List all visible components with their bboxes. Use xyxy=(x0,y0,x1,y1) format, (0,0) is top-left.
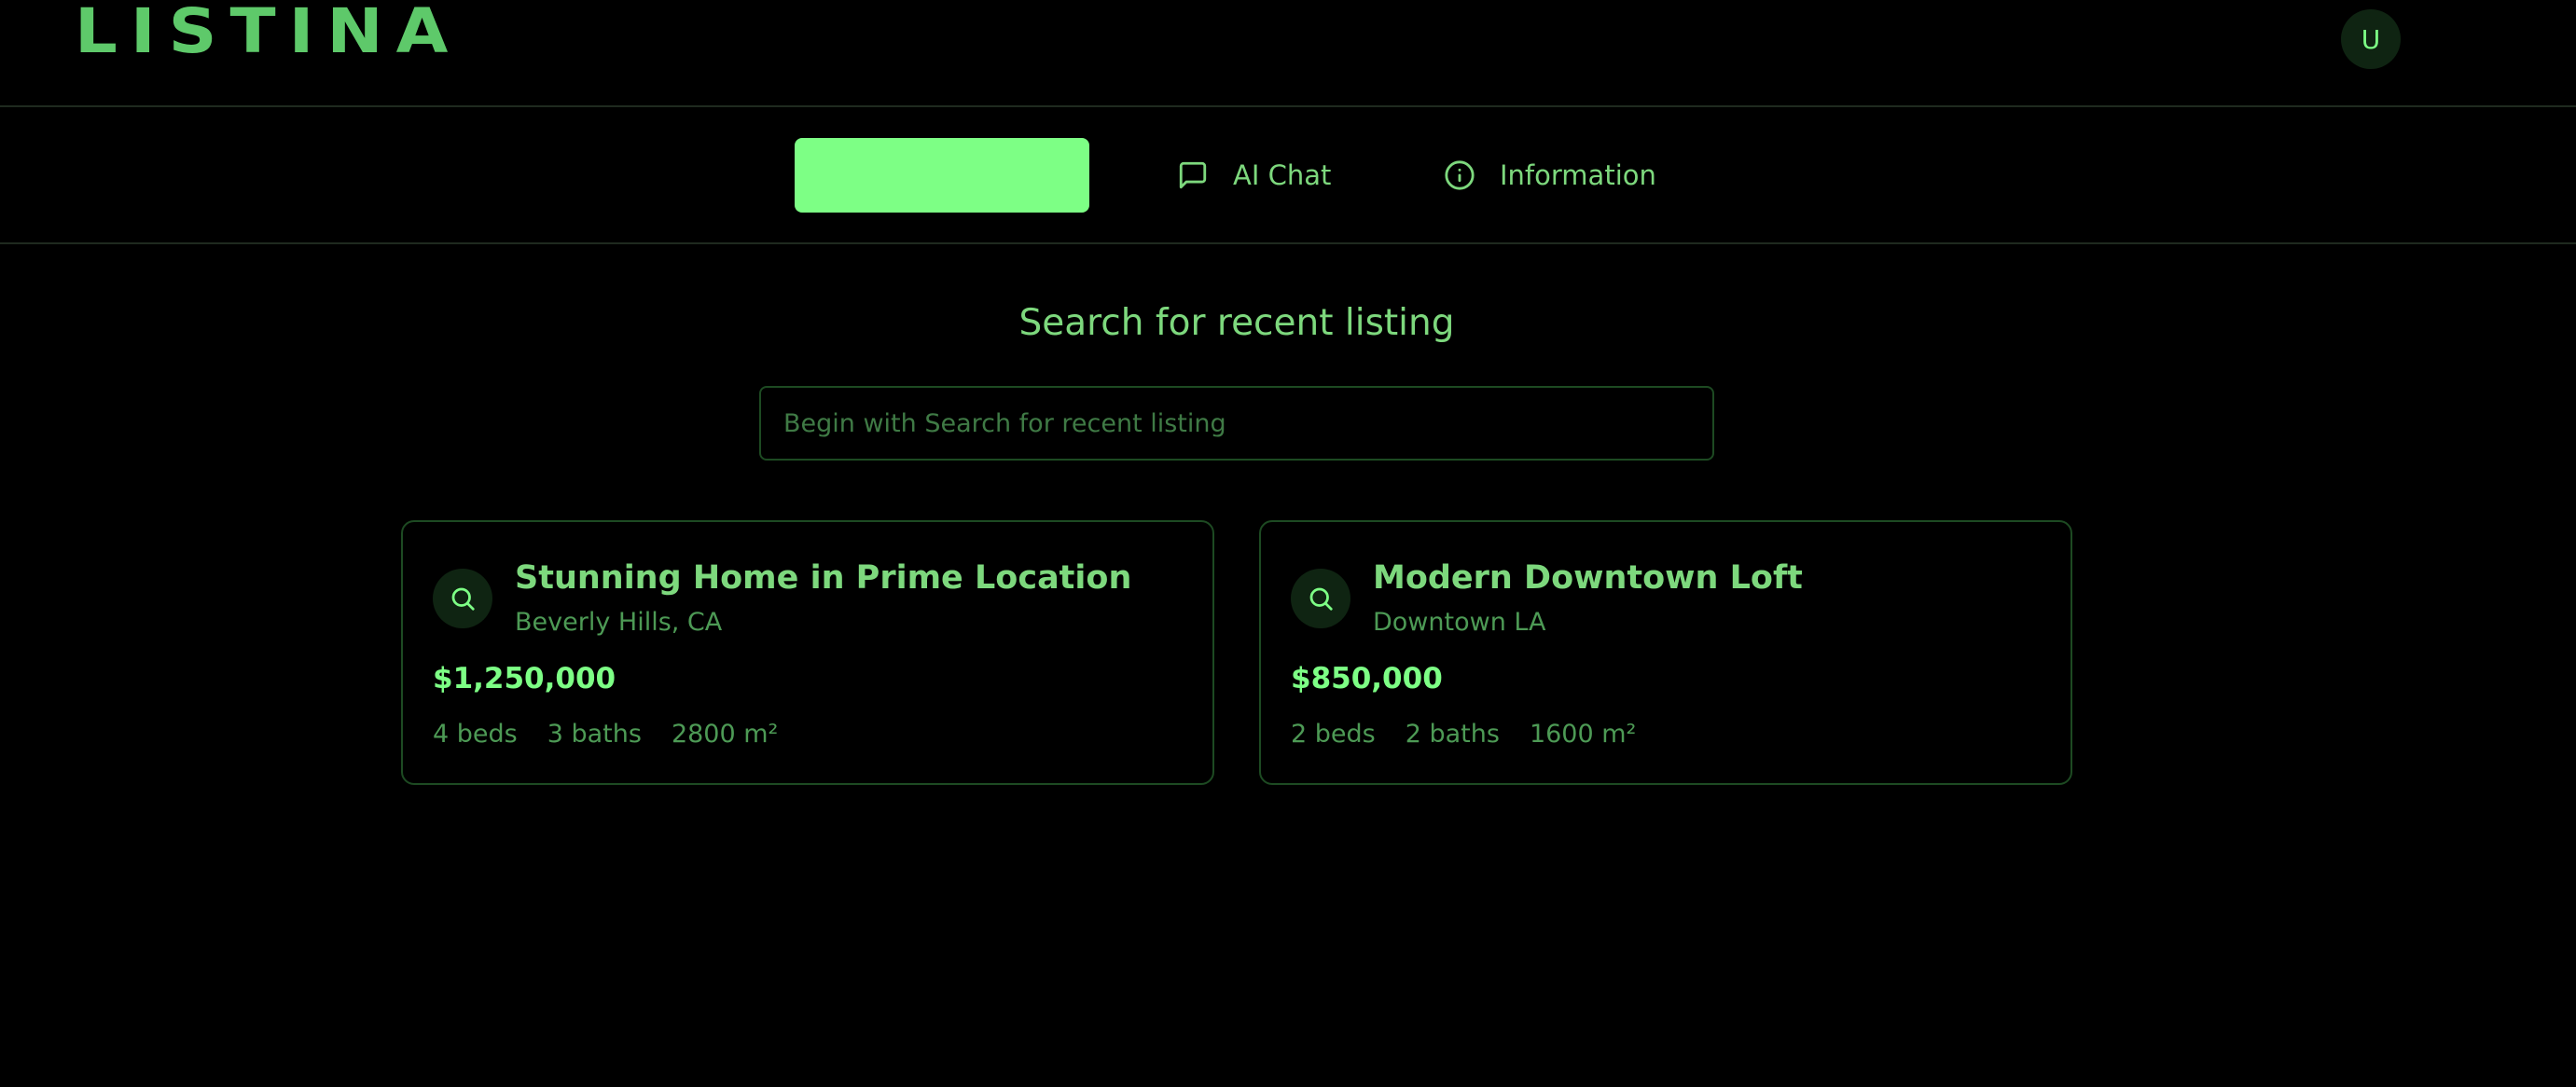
info-circle-icon xyxy=(1445,160,1475,190)
listing-beds: 2 beds xyxy=(1291,720,1376,749)
listing-card[interactable]: Stunning Home in Prime Location Beverly … xyxy=(401,520,1214,785)
listing-location: Downtown LA xyxy=(1373,608,1546,637)
listing-price: $850,000 xyxy=(1291,662,1443,695)
listing-baths: 2 baths xyxy=(1405,720,1500,749)
nav-item-label: Information xyxy=(1500,159,1656,191)
listing-title: Stunning Home in Prime Location xyxy=(515,559,1132,597)
nav-item-information[interactable]: Information xyxy=(1444,138,1656,213)
nav-item-ai-chat[interactable]: AI Chat xyxy=(1177,138,1331,213)
search-icon xyxy=(451,587,475,611)
search-heading: Search for recent listing xyxy=(1018,302,1455,344)
app-logo[interactable]: LISTINA xyxy=(75,0,461,62)
nav-item-label: AI Chat xyxy=(1233,159,1332,191)
listing-icon-wrapper xyxy=(433,569,492,628)
top-bar: LISTINA U xyxy=(0,0,2576,107)
listing-area: 1600 m² xyxy=(1529,720,1637,749)
listing-title: Modern Downtown Loft xyxy=(1373,559,1803,597)
search-icon xyxy=(1309,587,1333,611)
listing-icon-wrapper xyxy=(1291,569,1350,628)
listing-beds: 4 beds xyxy=(433,720,518,749)
main-nav: AI Chat Information xyxy=(0,107,2576,244)
listing-area: 2800 m² xyxy=(671,720,779,749)
listing-specs: 2 beds 2 baths 1600 m² xyxy=(1291,720,1636,749)
listing-price: $1,250,000 xyxy=(433,662,616,695)
search-input[interactable] xyxy=(759,386,1714,461)
chat-bubble-icon xyxy=(1179,161,1207,189)
listing-specs: 4 beds 3 baths 2800 m² xyxy=(433,720,778,749)
listing-location: Beverly Hills, CA xyxy=(515,608,723,637)
listing-card[interactable]: Modern Downtown Loft Downtown LA $850,00… xyxy=(1259,520,2072,785)
nav-active-tab[interactable] xyxy=(795,138,1089,213)
listing-baths: 3 baths xyxy=(547,720,642,749)
user-avatar[interactable]: U xyxy=(2341,9,2401,69)
